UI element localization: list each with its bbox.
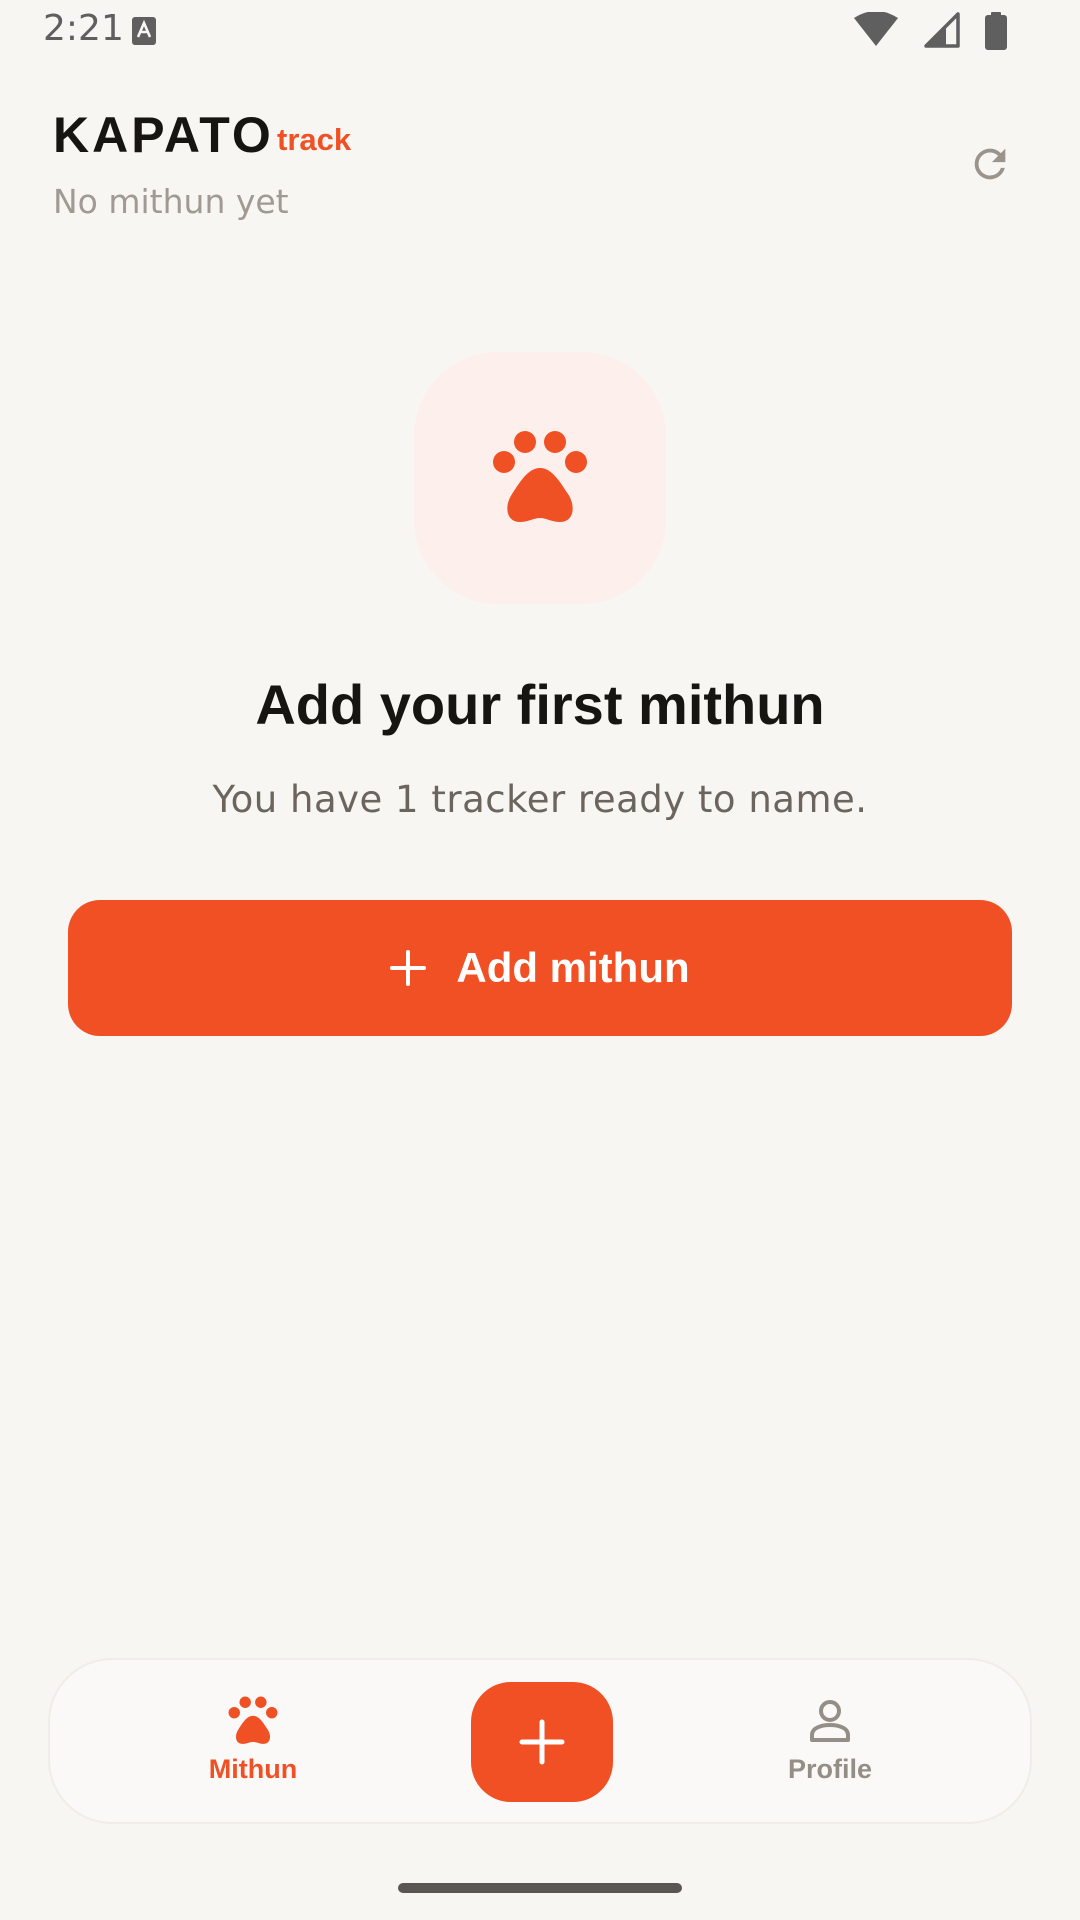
home-indicator[interactable]	[398, 1883, 682, 1893]
app-screen: 2:21 KAPATO track No mithun yet Add your…	[0, 0, 1080, 1920]
empty-state-icon-tile	[414, 352, 666, 604]
nav-item-mithun[interactable]: Mithun	[153, 1660, 353, 1826]
person-icon	[807, 1694, 853, 1748]
add-mithun-button[interactable]: Add mithun	[68, 900, 1012, 1036]
refresh-button[interactable]	[962, 136, 1018, 192]
status-bar: 2:21	[0, 0, 1080, 62]
paw-icon	[493, 431, 587, 522]
nav-item-profile[interactable]: Profile	[730, 1660, 930, 1826]
wifi-icon	[854, 12, 898, 46]
app-badge: track	[277, 122, 352, 157]
empty-state-subtitle: You have 1 tracker ready to name.	[212, 778, 868, 821]
nav-item-label: Mithun	[208, 1754, 298, 1784]
add-fab-button[interactable]	[471, 1682, 613, 1802]
bottom-nav: Mithun Profile	[48, 1658, 1032, 1824]
empty-state-title: Add your first mithun	[255, 673, 825, 736]
app-subtitle: No mithun yet	[53, 182, 289, 221]
cell-signal-icon	[924, 12, 960, 48]
keyboard-a-icon	[132, 17, 156, 45]
plus-icon	[390, 950, 427, 986]
app-title: KAPATO	[53, 107, 274, 163]
add-mithun-button-label: Add mithun	[456, 944, 690, 991]
status-time: 2:21	[43, 8, 124, 49]
plus-icon	[519, 1719, 565, 1765]
nav-item-label: Profile	[787, 1754, 873, 1784]
refresh-icon	[974, 148, 1006, 180]
battery-icon	[985, 12, 1007, 50]
paw-icon	[226, 1694, 280, 1748]
